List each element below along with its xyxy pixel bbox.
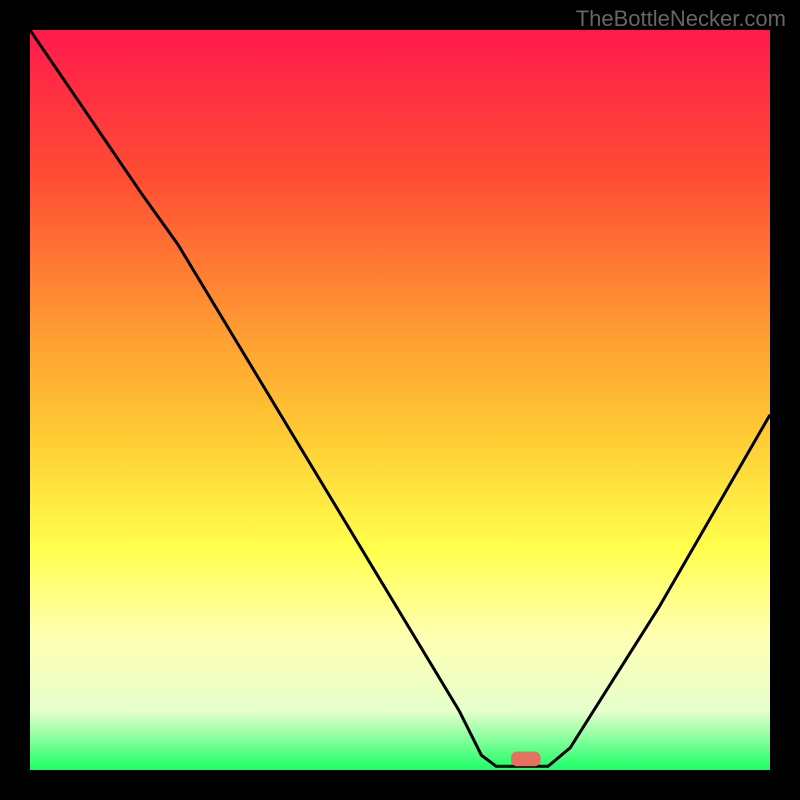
watermark-text: TheBottleNecker.com: [576, 6, 786, 32]
chart-svg: [30, 30, 770, 770]
chart-area: [30, 30, 770, 770]
gradient-background: [30, 30, 770, 770]
optimal-marker: [511, 752, 541, 767]
